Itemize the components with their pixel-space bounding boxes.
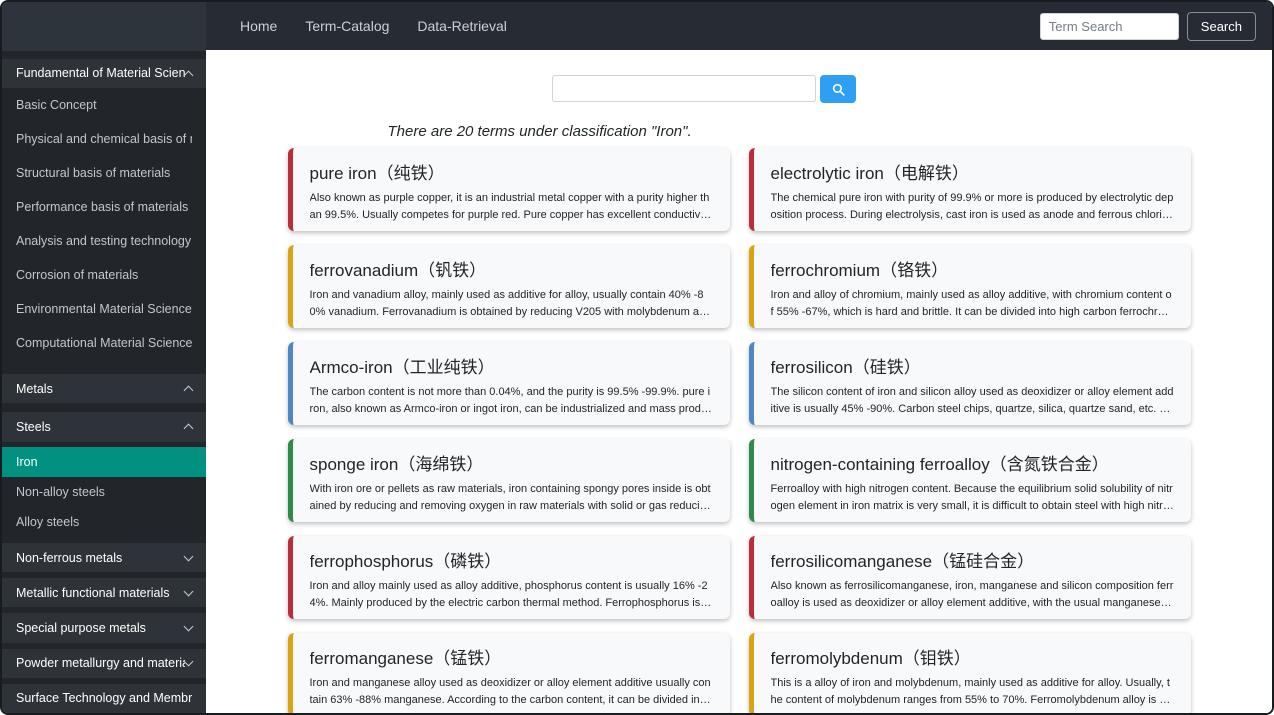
term-card-grid: pure iron（纯铁） Also known as purple coppe… (287, 148, 1191, 713)
sidebar-section-label: Special purpose metals (16, 621, 146, 636)
term-description: Iron and vanadium alloy, mainly used as … (309, 289, 712, 318)
sidebar-item-physical-chemical-basis[interactable]: Physical and chemical basis of ma… (2, 122, 206, 156)
term-description: Also known as purple copper, it is an in… (309, 192, 714, 221)
classification-search-input[interactable] (552, 75, 816, 102)
sidebar-item-label: Iron (16, 454, 38, 469)
sidebar-item-analysis-testing[interactable]: Analysis and testing technology of… (2, 224, 206, 258)
sidebar-section-label: Non-ferrous metals (16, 550, 123, 565)
sidebar-item-label: Corrosion of materials (16, 268, 139, 283)
search-icon (832, 83, 845, 96)
term-card-armco-iron[interactable]: Armco-iron（工业纯铁） The carbon content is n… (287, 342, 730, 425)
sidebar-item-label: Non-alloy steels (16, 484, 105, 499)
sidebar-item-label: Computational Material Science a… (16, 336, 192, 351)
sidebar-section-label: Steels (16, 419, 51, 434)
term-title: ferrosilicomanganese（锰硅合金） (770, 552, 1035, 571)
sidebar-top-spacer (2, 2, 206, 51)
term-card-ferrovanadium[interactable]: ferrovanadium（钒铁） Iron and vanadium allo… (287, 245, 730, 328)
sidebar-section-powder-metallurgy[interactable]: Powder metallurgy and materials (2, 648, 206, 678)
sidebar-section-label: Powder metallurgy and materials (16, 656, 185, 671)
sidebar-section-metals[interactable]: Metals (2, 374, 206, 404)
chevron-down-icon (183, 586, 194, 597)
results-container: There are 20 terms under classification … (287, 123, 1191, 713)
sidebar-section-label: Surface Technology and Membran… (16, 691, 192, 706)
sidebar-item-label: Physical and chemical basis of ma… (16, 131, 192, 146)
sidebar-section-special-purpose-metals[interactable]: Special purpose metals (2, 613, 206, 643)
term-description: Iron and alloy of chromium, mainly used … (770, 289, 1173, 318)
sidebar-item-label: Performance basis of materials (16, 199, 189, 214)
term-description: Iron and manganese alloy used as deoxidi… (309, 677, 711, 706)
chevron-down-icon (183, 551, 194, 562)
sidebar-item-environmental[interactable]: Environmental Material Science (2, 292, 206, 326)
sidebar-item-computational[interactable]: Computational Material Science a… (2, 326, 206, 360)
chevron-up-icon (183, 424, 194, 434)
sidebar-section-label: Fundamental of Material Science (16, 66, 185, 81)
sidebar-section-steels[interactable]: Steels (2, 412, 206, 442)
sidebar-item-label: Alloy steels (16, 514, 80, 529)
term-description: With iron ore or pellets as raw material… (309, 483, 712, 512)
term-search-input[interactable] (1039, 12, 1179, 40)
content-area: There are 20 terms under classification … (206, 50, 1272, 713)
term-title: ferromanganese（锰铁） (309, 649, 502, 668)
sidebar-section-surface-technology[interactable]: Surface Technology and Membran… (2, 683, 206, 713)
term-description: The chemical pure iron with purity of 99… (770, 192, 1175, 221)
nav-link-home[interactable]: Home (226, 10, 291, 42)
term-card-ferromolybdenum[interactable]: ferromolybdenum（钼铁） This is a alloy of i… (748, 633, 1191, 713)
term-card-ferrophosphorus[interactable]: ferrophosphorus（磷铁） Iron and alloy mainl… (287, 536, 730, 619)
term-card-electrolytic-iron[interactable]: electrolytic iron（电解铁） The chemical pure… (748, 148, 1191, 231)
sidebar-item-non-alloy-steels[interactable]: Non-alloy steels (2, 477, 206, 507)
term-card-sponge-iron[interactable]: sponge iron（海绵铁） With iron ore or pellet… (287, 439, 730, 522)
sidebar-section-fundamental[interactable]: Fundamental of Material Science (2, 58, 206, 88)
sidebar-item-label: Basic Concept (16, 97, 97, 112)
chevron-down-icon (183, 656, 194, 667)
sidebar-section-non-ferrous-metals[interactable]: Non-ferrous metals (2, 543, 206, 573)
navbar-search-button[interactable]: Search (1186, 11, 1256, 41)
main-column: Home Term-Catalog Data-Retrieval Search (206, 2, 1272, 713)
term-card-ferromanganese[interactable]: ferromanganese（锰铁） Iron and manganese al… (287, 633, 730, 713)
term-description: Iron and alloy mainly used as alloy addi… (309, 580, 710, 609)
term-title: sponge iron（海绵铁） (309, 455, 484, 474)
term-card-ferrosilicomanganese[interactable]: ferrosilicomanganese（锰硅合金） Also known as… (748, 536, 1191, 619)
term-title: ferrophosphorus（磷铁） (309, 552, 502, 571)
term-title: pure iron（纯铁） (309, 164, 445, 183)
sidebar-item-structural-basis[interactable]: Structural basis of materials (2, 156, 206, 190)
term-description: The silicon content of iron and silicon … (770, 386, 1174, 415)
sidebar-item-iron[interactable]: Iron (2, 446, 206, 477)
sidebar-section-label: Metallic functional materials (16, 585, 170, 600)
term-title: electrolytic iron（电解铁） (770, 164, 969, 183)
sidebar-item-label: Structural basis of materials (16, 165, 171, 180)
sidebar-item-label: Analysis and testing technology of… (16, 234, 192, 249)
nav-link-term-catalog[interactable]: Term-Catalog (291, 10, 403, 42)
term-title: nitrogen-containing ferroalloy（含氮铁合金） (770, 455, 1109, 474)
term-title: Armco-iron（工业纯铁） (309, 358, 495, 377)
term-title: ferrovanadium（钒铁） (309, 261, 487, 280)
term-card-pure-iron[interactable]: pure iron（纯铁） Also known as purple coppe… (287, 148, 730, 231)
classification-search-row (206, 75, 1272, 103)
classification-search-button[interactable] (820, 75, 856, 103)
chevron-up-icon (183, 385, 194, 396)
term-description: The carbon content is not more than 0.04… (309, 386, 713, 415)
term-description: This is a alloy of iron and molybdenum, … (770, 677, 1171, 706)
sidebar-item-alloy-steels[interactable]: Alloy steels (2, 507, 206, 537)
sidebar-section-metallic-functional[interactable]: Metallic functional materials (2, 578, 206, 608)
nav-link-data-retrieval[interactable]: Data-Retrieval (403, 10, 520, 42)
term-card-ferrosilicon[interactable]: ferrosilicon（硅铁） The silicon content of … (748, 342, 1191, 425)
chevron-down-icon (183, 621, 194, 632)
term-title: ferrosilicon（硅铁） (770, 358, 921, 377)
term-title: ferrochromium（铬铁） (770, 261, 949, 280)
sidebar-item-corrosion[interactable]: Corrosion of materials (2, 258, 206, 292)
sidebar-item-basic-concept[interactable]: Basic Concept (2, 88, 206, 122)
app-window: Fundamental of Material Science Basic Co… (0, 0, 1274, 715)
classification-result-message: There are 20 terms under classification … (387, 123, 692, 140)
sidebar-item-label: Environmental Material Science (16, 302, 192, 317)
sidebar-item-performance-basis[interactable]: Performance basis of materials (2, 190, 206, 224)
term-card-nitrogen-containing-ferroalloy[interactable]: nitrogen-containing ferroalloy（含氮铁合金） Fe… (748, 439, 1191, 522)
sidebar-section-label: Metals (16, 381, 53, 396)
term-description: Ferroalloy with high nitrogen content. B… (770, 483, 1173, 512)
sidebar: Fundamental of Material Science Basic Co… (2, 2, 206, 713)
chevron-up-icon (183, 70, 194, 81)
term-card-ferrochromium[interactable]: ferrochromium（铬铁） Iron and alloy of chro… (748, 245, 1191, 328)
top-navbar: Home Term-Catalog Data-Retrieval Search (206, 2, 1272, 50)
term-description: Also known as ferrosilicomanganese, iron… (770, 580, 1174, 609)
term-title: ferromolybdenum（钼铁） (770, 649, 971, 668)
